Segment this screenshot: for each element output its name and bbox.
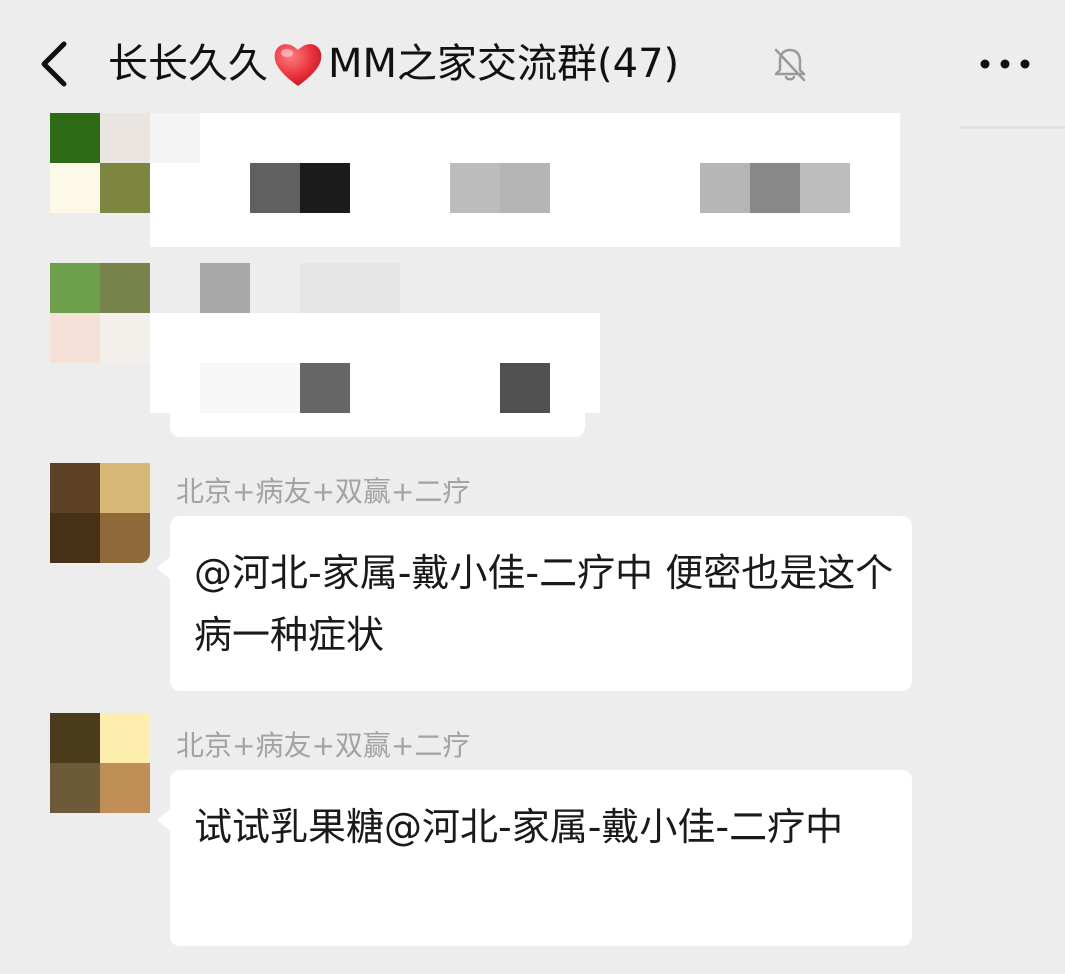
redacted-message-bubble	[150, 263, 600, 437]
back-button[interactable]	[30, 38, 80, 90]
heart-emoji-icon	[272, 40, 324, 88]
chat-title: 长长久久 MM之家交流群(47)	[108, 36, 679, 92]
mute-bell-icon	[770, 44, 810, 84]
chevron-left-icon	[41, 41, 67, 87]
avatar[interactable]	[50, 713, 150, 813]
more-dots-icon	[980, 59, 1030, 69]
sender-name: 北京+病友+双赢+二疗	[176, 475, 471, 508]
header-divider	[960, 126, 1065, 129]
redacted-message-bubble	[150, 113, 902, 247]
avatar[interactable]	[50, 263, 150, 363]
avatar[interactable]	[50, 463, 150, 563]
sender-name: 北京+病友+双赢+二疗	[176, 729, 471, 762]
message-bubble[interactable]: 试试乳果糖@河北-家属-戴小佳-二疗中	[170, 770, 912, 946]
message-text: 试试乳果糖@河北-家属-戴小佳-二疗中	[194, 805, 844, 849]
message-text: @河北-家属-戴小佳-二疗中 便密也是这个病一种症状	[194, 551, 894, 657]
chat-title-prefix: 长长久久	[108, 41, 268, 87]
bubble-tail	[157, 556, 171, 580]
chat-header: 长长久久 MM之家交流群(47)	[0, 0, 1065, 112]
avatar[interactable]	[50, 113, 150, 213]
bubble-tail	[157, 808, 171, 832]
chat-title-main: MM之家交流群(47)	[328, 41, 680, 87]
message-bubble[interactable]: @河北-家属-戴小佳-二疗中 便密也是这个病一种症状	[170, 516, 912, 691]
more-options-button[interactable]	[975, 42, 1035, 86]
